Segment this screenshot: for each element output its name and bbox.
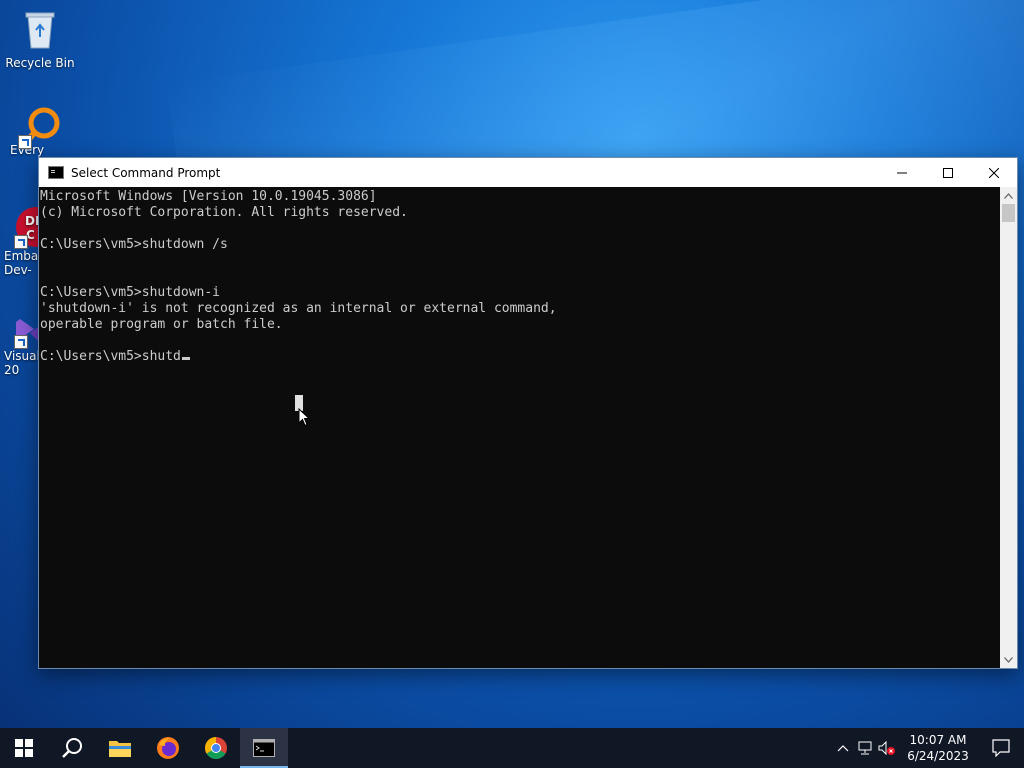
taskbar-command-prompt[interactable] — [240, 728, 288, 768]
network-icon — [858, 741, 872, 755]
start-button[interactable] — [0, 728, 48, 768]
chevron-up-icon — [1004, 192, 1013, 199]
console-line: C:\Users\vm5>shutdown /s — [40, 237, 228, 252]
desktop-icon-everything[interactable]: Every — [0, 105, 80, 157]
recycle-bin-icon — [18, 8, 62, 52]
close-icon — [989, 167, 999, 178]
close-button[interactable] — [971, 158, 1017, 187]
chevron-down-icon — [1004, 656, 1013, 663]
vertical-scrollbar[interactable] — [1000, 187, 1017, 668]
show-hidden-icons-button[interactable] — [832, 728, 854, 768]
shortcut-arrow-icon — [14, 335, 28, 349]
command-prompt-icon — [253, 739, 275, 757]
window-titlebar[interactable]: Select Command Prompt — [39, 158, 1017, 187]
console-line: operable program or batch file. — [40, 317, 283, 332]
taskbar-chrome[interactable] — [192, 728, 240, 768]
desktop-icon-label: Recycle Bin — [5, 56, 75, 70]
clock[interactable]: 10:07 AM 6/24/2023 — [898, 732, 978, 764]
search-icon — [62, 738, 82, 758]
console-line: C:\Users\vm5>shutdown-i — [40, 285, 221, 300]
scrollbar-thumb[interactable] — [1002, 204, 1015, 222]
console-current-input: C:\Users\vm5>shutd — [40, 349, 181, 364]
shortcut-arrow-icon — [18, 135, 32, 149]
clock-date: 6/24/2023 — [907, 749, 969, 763]
chrome-icon — [205, 737, 227, 759]
network-button[interactable] — [854, 728, 876, 768]
text-cursor — [181, 357, 190, 360]
firefox-icon — [157, 737, 179, 759]
desktop-icon-recycle-bin[interactable]: Recycle Bin — [0, 8, 80, 70]
volume-muted-icon — [878, 741, 895, 755]
maximize-button[interactable] — [925, 158, 971, 187]
windows-start-icon — [15, 739, 33, 757]
console-line: Microsoft Windows [Version 10.0.19045.30… — [40, 189, 377, 204]
command-prompt-icon — [48, 166, 64, 179]
chevron-up-icon — [837, 745, 849, 752]
console-input-line[interactable]: C:\Users\vm5>shutd — [40, 349, 1000, 365]
file-explorer-icon — [109, 741, 131, 757]
shortcut-arrow-icon — [14, 235, 28, 249]
console-line: 'shutdown-i' is not recognized as an int… — [40, 301, 557, 316]
volume-button[interactable] — [876, 728, 898, 768]
scroll-down-button[interactable] — [1000, 651, 1017, 668]
action-center-button[interactable] — [978, 728, 1024, 768]
notification-icon — [992, 739, 1010, 757]
command-prompt-window[interactable]: Select Command Prompt Microsoft Windows … — [38, 157, 1018, 669]
taskbar: 10:07 AM 6/24/2023 — [0, 728, 1024, 768]
scroll-up-button[interactable] — [1000, 187, 1017, 204]
clock-time: 10:07 AM — [909, 733, 967, 747]
taskbar-file-explorer[interactable] — [96, 728, 144, 768]
window-title: Select Command Prompt — [71, 165, 221, 180]
console-output[interactable]: Microsoft Windows [Version 10.0.19045.30… — [39, 187, 1000, 668]
mouse-pointer-icon — [298, 408, 310, 427]
system-tray: 10:07 AM 6/24/2023 — [832, 728, 1024, 768]
everything-search-icon — [18, 105, 62, 149]
search-button[interactable] — [48, 728, 96, 768]
minimize-icon — [897, 172, 907, 173]
minimize-button[interactable] — [879, 158, 925, 187]
taskbar-firefox[interactable] — [144, 728, 192, 768]
console-line: (c) Microsoft Corporation. All rights re… — [40, 205, 408, 220]
maximize-icon — [943, 167, 953, 178]
